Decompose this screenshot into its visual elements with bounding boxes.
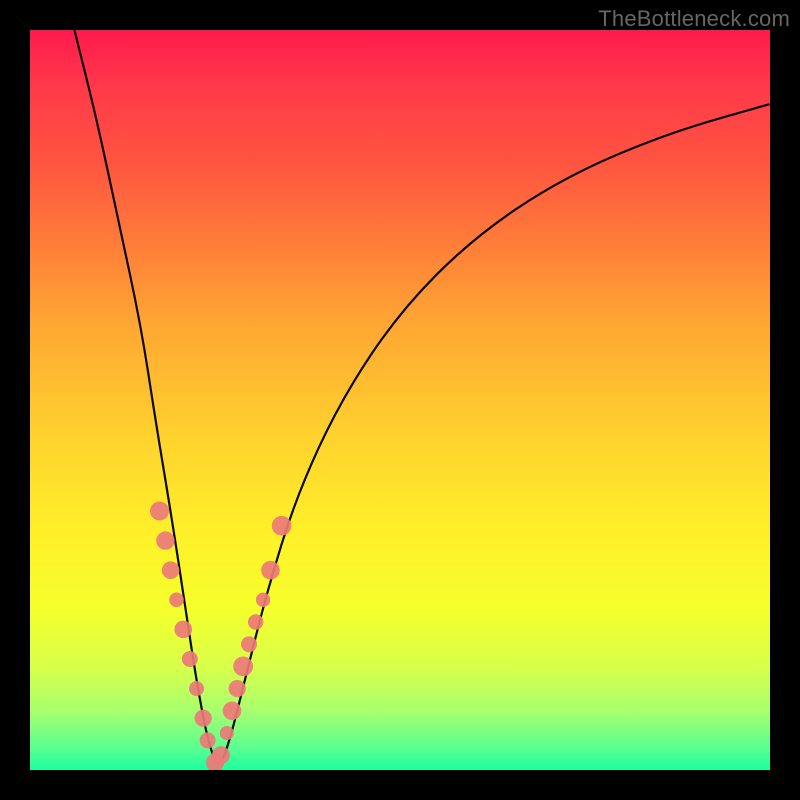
highlight-dot	[200, 732, 216, 748]
highlight-dot	[189, 681, 204, 696]
highlight-dot	[223, 702, 242, 721]
highlight-dot	[195, 710, 212, 727]
watermark-text: TheBottleneck.com	[598, 6, 790, 32]
curve-layer	[74, 30, 770, 763]
highlight-dot	[272, 516, 292, 536]
bottleneck-curve-path	[74, 30, 770, 763]
highlight-dot	[261, 561, 280, 580]
highlight-dot	[212, 746, 230, 764]
highlight-dot	[241, 636, 257, 652]
chart-frame: TheBottleneck.com	[0, 0, 800, 800]
dots-layer	[150, 502, 291, 771]
chart-svg	[30, 30, 770, 770]
highlight-dot	[169, 593, 184, 608]
highlight-dot	[162, 561, 180, 579]
highlight-dot	[156, 531, 174, 549]
highlight-dot	[233, 657, 253, 677]
highlight-dot	[256, 593, 270, 607]
highlight-dot	[248, 614, 263, 629]
highlight-dot	[229, 680, 246, 697]
highlight-dot	[182, 651, 198, 667]
highlight-dot	[220, 726, 234, 740]
plot-area	[30, 30, 770, 770]
highlight-dot	[150, 502, 169, 521]
highlight-dot	[174, 621, 192, 639]
